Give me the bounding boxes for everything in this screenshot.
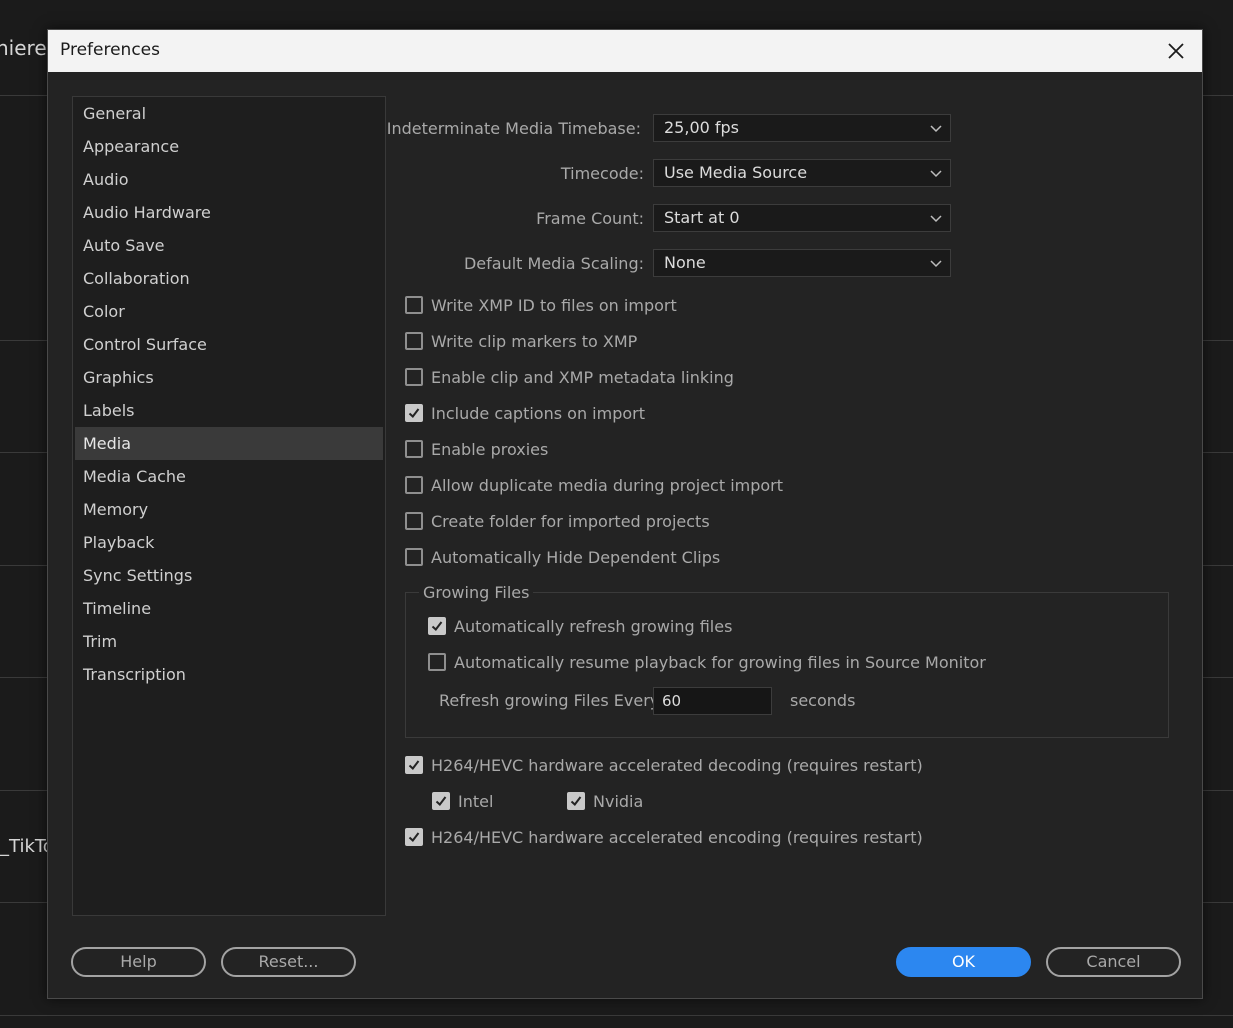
preferences-dialog: Preferences General Appearance Audio Aud… — [47, 29, 1203, 999]
checkbox-auto-resume-playback[interactable]: Automatically resume playback for growin… — [428, 651, 986, 673]
checkbox-box[interactable] — [405, 296, 423, 314]
close-button[interactable] — [1160, 35, 1192, 67]
checkbox-intel[interactable]: Intel — [432, 790, 493, 812]
checkbox-enable-proxies[interactable]: Enable proxies — [405, 438, 548, 460]
refresh-interval-label: Refresh growing Files Every — [439, 691, 660, 710]
chevron-down-icon — [930, 215, 942, 223]
sidebar-item-media[interactable]: Media — [75, 427, 383, 460]
checkbox-box[interactable] — [428, 617, 446, 635]
checkbox-label: Enable proxies — [431, 439, 549, 459]
timebase-select[interactable]: 25,00 fps — [653, 114, 951, 142]
checkmark-icon — [570, 796, 582, 806]
close-icon — [1168, 43, 1184, 59]
checkbox-box[interactable] — [405, 332, 423, 350]
cancel-button[interactable]: Cancel — [1046, 947, 1181, 977]
sidebar-item-appearance[interactable]: Appearance — [75, 130, 383, 163]
checkbox-label: Automatically resume playback for growin… — [454, 652, 986, 672]
checkbox-box[interactable] — [405, 756, 423, 774]
sidebar-item-trim[interactable]: Trim — [75, 625, 383, 658]
checkbox-label: Nvidia — [593, 791, 644, 811]
checkbox-label: Write XMP ID to files on import — [431, 295, 677, 315]
checkbox-label: Write clip markers to XMP — [431, 331, 638, 351]
checkbox-metadata-linking[interactable]: Enable clip and XMP metadata linking — [405, 366, 734, 388]
sidebar-item-auto-save[interactable]: Auto Save — [75, 229, 383, 262]
checkbox-box[interactable] — [428, 653, 446, 671]
checkbox-label: Include captions on import — [431, 403, 645, 423]
checkbox-auto-refresh-growing[interactable]: Automatically refresh growing files — [428, 615, 732, 637]
checkbox-label: Enable clip and XMP metadata linking — [431, 367, 734, 387]
chevron-down-icon — [930, 125, 942, 133]
sidebar-item-graphics[interactable]: Graphics — [75, 361, 383, 394]
checkbox-box[interactable] — [405, 828, 423, 846]
sidebar-item-labels[interactable]: Labels — [75, 394, 383, 427]
timecode-value: Use Media Source — [664, 163, 808, 182]
dialog-title: Preferences — [60, 40, 160, 60]
checkbox-include-captions[interactable]: Include captions on import — [405, 402, 645, 424]
checkbox-box[interactable] — [405, 512, 423, 530]
scaling-select[interactable]: None — [653, 249, 951, 277]
timecode-label: Timecode: — [560, 164, 644, 183]
checkmark-icon — [408, 832, 420, 842]
timebase-label: Indeterminate Media Timebase: — [386, 119, 641, 138]
timecode-select[interactable]: Use Media Source — [653, 159, 951, 187]
checkmark-icon — [431, 621, 443, 631]
sidebar-item-sync-settings[interactable]: Sync Settings — [75, 559, 383, 592]
help-button[interactable]: Help — [71, 947, 206, 977]
reset-button[interactable]: Reset... — [221, 947, 356, 977]
checkbox-label: H264/HEVC hardware accelerated decoding … — [431, 755, 923, 775]
checkbox-label: Create folder for imported projects — [431, 511, 710, 531]
sidebar-item-collaboration[interactable]: Collaboration — [75, 262, 383, 295]
checkbox-label: H264/HEVC hardware accelerated encoding … — [431, 827, 923, 847]
checkbox-box[interactable] — [405, 476, 423, 494]
preferences-sidebar: General Appearance Audio Audio Hardware … — [72, 96, 386, 916]
checkbox-box[interactable] — [405, 404, 423, 422]
frame-count-label: Frame Count: — [536, 209, 644, 228]
checkbox-hw-decoding[interactable]: H264/HEVC hardware accelerated decoding … — [405, 754, 923, 776]
checkbox-hw-encoding[interactable]: H264/HEVC hardware accelerated encoding … — [405, 826, 923, 848]
sidebar-item-control-surface[interactable]: Control Surface — [75, 328, 383, 361]
checkbox-nvidia[interactable]: Nvidia — [567, 790, 643, 812]
sidebar-item-color[interactable]: Color — [75, 295, 383, 328]
checkbox-write-clip-markers[interactable]: Write clip markers to XMP — [405, 330, 637, 352]
checkbox-hide-dependent-clips[interactable]: Automatically Hide Dependent Clips — [405, 546, 720, 568]
sidebar-item-audio-hardware[interactable]: Audio Hardware — [75, 196, 383, 229]
sidebar-item-audio[interactable]: Audio — [75, 163, 383, 196]
sidebar-item-general[interactable]: General — [75, 97, 383, 130]
bg-app-title: niere — [0, 36, 47, 60]
growing-files-title: Growing Files — [419, 583, 534, 602]
checkbox-label: Allow duplicate media during project imp… — [431, 475, 784, 495]
timebase-value: 25,00 fps — [664, 118, 740, 137]
chevron-down-icon — [930, 260, 942, 268]
sidebar-item-media-cache[interactable]: Media Cache — [75, 460, 383, 493]
checkbox-label: Automatically Hide Dependent Clips — [431, 547, 721, 567]
refresh-interval-input[interactable]: 60 — [653, 687, 772, 715]
checkmark-icon — [435, 796, 447, 806]
checkmark-icon — [408, 408, 420, 418]
ok-button[interactable]: OK — [896, 947, 1031, 977]
checkbox-allow-duplicate-media[interactable]: Allow duplicate media during project imp… — [405, 474, 783, 496]
sidebar-item-transcription[interactable]: Transcription — [75, 658, 383, 691]
scaling-label: Default Media Scaling: — [463, 254, 644, 273]
checkbox-create-folder[interactable]: Create folder for imported projects — [405, 510, 710, 532]
frame-count-select[interactable]: Start at 0 — [653, 204, 951, 232]
refresh-interval-unit: seconds — [790, 691, 856, 710]
checkbox-label: Automatically refresh growing files — [454, 616, 733, 636]
frame-count-value: Start at 0 — [664, 208, 740, 227]
sidebar-item-playback[interactable]: Playback — [75, 526, 383, 559]
bg-divider — [0, 1015, 1233, 1016]
checkbox-box[interactable] — [405, 440, 423, 458]
checkbox-write-xmp-id[interactable]: Write XMP ID to files on import — [405, 294, 677, 316]
checkbox-label: Intel — [458, 791, 494, 811]
scaling-value: None — [664, 253, 706, 272]
chevron-down-icon — [930, 170, 942, 178]
checkbox-box[interactable] — [405, 368, 423, 386]
titlebar: Preferences — [48, 30, 1202, 72]
checkbox-box[interactable] — [567, 792, 585, 810]
checkbox-box[interactable] — [405, 548, 423, 566]
sidebar-item-memory[interactable]: Memory — [75, 493, 383, 526]
checkmark-icon — [408, 760, 420, 770]
sidebar-item-timeline[interactable]: Timeline — [75, 592, 383, 625]
checkbox-box[interactable] — [432, 792, 450, 810]
